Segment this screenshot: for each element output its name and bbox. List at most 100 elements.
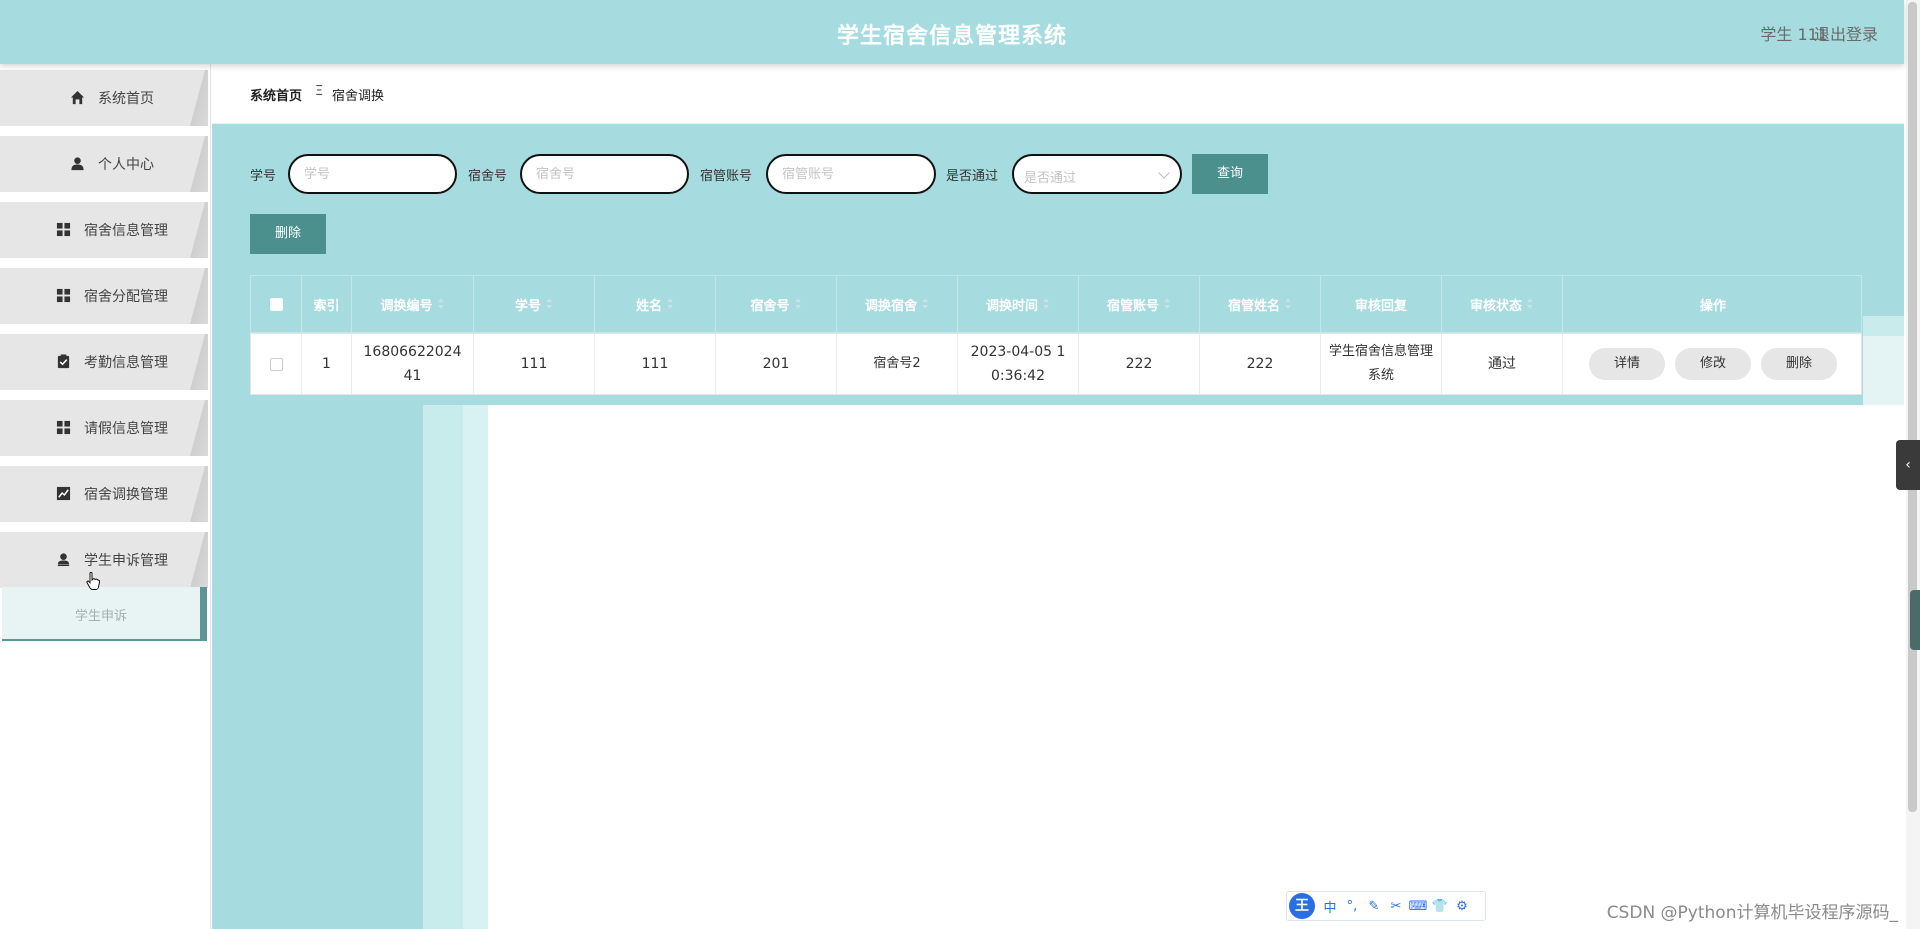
- cell-dorm-no: 201: [716, 334, 837, 394]
- table-header: 索引 调换编号 学号 姓名 宿舍号 调换宿舍 调换时间 宿管账号 宿管姓名 审核…: [250, 275, 1862, 333]
- sidebar-item-label: 宿舍信息管理: [84, 223, 168, 239]
- home-icon: [70, 90, 85, 105]
- user-badge-icon: [57, 553, 70, 567]
- ime-chinese-mode-icon[interactable]: 中: [1319, 897, 1341, 916]
- ime-settings-icon[interactable]: ⚙: [1451, 899, 1473, 914]
- sidebar-item-label: 个人中心: [98, 157, 154, 173]
- sidebar-item-dorm-allocation[interactable]: 宿舍分配管理: [0, 268, 208, 324]
- ime-skin-icon[interactable]: 👕: [1429, 899, 1451, 914]
- table-row: 1 1680662202441 111 111 201 宿舍号2 2023-04…: [250, 333, 1862, 395]
- sort-icon[interactable]: [922, 298, 929, 310]
- detail-button[interactable]: 详情: [1589, 348, 1665, 380]
- row-select-cell: [251, 334, 302, 394]
- trend-chart-icon: [56, 486, 71, 501]
- sort-icon[interactable]: [1527, 298, 1534, 310]
- approved-select-value: 是否通过: [1024, 171, 1077, 186]
- ime-keyboard-icon[interactable]: ⌨: [1407, 899, 1429, 914]
- student-no-input[interactable]: [288, 154, 457, 194]
- sidebar-item-home[interactable]: 系统首页: [0, 70, 208, 126]
- breadcrumb-home[interactable]: 系统首页: [250, 85, 302, 104]
- submenu-item-student-appeal[interactable]: 学生申诉: [2, 587, 207, 641]
- approved-label: 是否通过: [946, 169, 999, 184]
- column-header[interactable]: 姓名: [595, 276, 716, 332]
- grid-icon: [56, 222, 71, 237]
- grid-icon: [56, 288, 71, 303]
- manager-account-label: 宿管账号: [700, 169, 753, 184]
- column-header[interactable]: 审核回复: [1321, 276, 1442, 332]
- cell-actions: 详情 修改 删除: [1563, 334, 1863, 394]
- sidebar-item-leave[interactable]: 请假信息管理: [0, 400, 208, 456]
- sidebar-item-label: 考勤信息管理: [84, 355, 168, 371]
- dorm-no-input[interactable]: [520, 154, 689, 194]
- ime-scissors-icon[interactable]: ✂: [1385, 899, 1407, 914]
- column-header[interactable]: 索引: [302, 276, 352, 332]
- sidebar-item-dorm-swap[interactable]: 宿舍调换管理: [0, 466, 208, 522]
- column-header[interactable]: 调换编号: [352, 276, 474, 332]
- background-stripe: [1863, 336, 1904, 405]
- column-header[interactable]: 宿管账号: [1079, 276, 1200, 332]
- ime-pen-icon[interactable]: ✎: [1363, 899, 1385, 914]
- sort-icon[interactable]: [794, 298, 802, 310]
- scrollbar-thumb[interactable]: [1908, 2, 1917, 812]
- sidebar-item-label: 系统首页: [98, 91, 154, 107]
- hand-cursor-icon: [86, 572, 100, 590]
- cell-index: 1: [302, 334, 352, 394]
- manager-account-input[interactable]: [766, 154, 936, 194]
- column-header[interactable]: 学号: [474, 276, 595, 332]
- logout-link[interactable]: 退出登录: [1814, 21, 1878, 45]
- delete-selected-button[interactable]: 删除: [250, 214, 326, 254]
- sidebar-item-attendance[interactable]: 考勤信息管理: [0, 334, 208, 390]
- sidebar-item-label: 宿舍分配管理: [84, 289, 168, 305]
- sidebar-item-appeal[interactable]: 学生申诉管理: [0, 532, 208, 588]
- sort-icon[interactable]: [1164, 298, 1171, 310]
- person-icon: [71, 157, 84, 171]
- student-no-label: 学号: [250, 169, 277, 184]
- cell-review-status: 通过: [1442, 334, 1563, 394]
- chevron-down-icon: [1158, 167, 1170, 179]
- breadcrumb: 系统首页 Ξ 宿舍调换: [212, 64, 1904, 124]
- sidebar-item-label: 学生申诉管理: [84, 553, 168, 569]
- background-stripe: [1863, 316, 1904, 336]
- cell-manager-name: 222: [1200, 334, 1321, 394]
- delete-button[interactable]: 删除: [1761, 348, 1837, 380]
- breadcrumb-current: 宿舍调换: [332, 89, 385, 104]
- sidebar-item-dorm-info[interactable]: 宿舍信息管理: [0, 202, 208, 258]
- content-panel: [488, 405, 1904, 929]
- sort-icon[interactable]: [1043, 298, 1050, 310]
- watermark: CSDN @Python计算机毕设程序源码_: [1606, 903, 1898, 923]
- column-header[interactable]: 宿管姓名: [1200, 276, 1321, 332]
- ime-toolbar: 王 中 °, ✎ ✂ ⌨ 👕 ⚙: [1286, 891, 1486, 921]
- edit-button[interactable]: 修改: [1675, 348, 1751, 380]
- ime-punctuation-icon[interactable]: °,: [1341, 899, 1363, 914]
- background-stripe: [463, 405, 488, 929]
- side-widget-tab[interactable]: [1910, 590, 1920, 650]
- collapse-panel-tab[interactable]: ‹: [1896, 440, 1920, 490]
- sidebar-item-label: 宿舍调换管理: [84, 487, 168, 503]
- dorm-no-label: 宿舍号: [468, 169, 508, 184]
- column-header[interactable]: 宿舍号: [716, 276, 837, 332]
- sidebar: 系统首页 个人中心 宿舍信息管理 宿舍分配管理 考勤信息管理 请假信息管理 宿舍…: [0, 64, 211, 929]
- cell-swap-no: 1680662202441: [352, 334, 474, 394]
- sidebar-item-label: 请假信息管理: [84, 421, 168, 437]
- breadcrumb-separator: Ξ: [315, 84, 324, 99]
- select-all-cell: [251, 276, 302, 332]
- approved-select[interactable]: 是否通过: [1012, 154, 1182, 194]
- column-header: 操作: [1699, 298, 1726, 314]
- sidebar-item-profile[interactable]: 个人中心: [0, 136, 208, 192]
- column-header[interactable]: 调换时间: [958, 276, 1079, 332]
- sort-icon[interactable]: [546, 298, 553, 310]
- cell-student-no: 111: [474, 334, 595, 394]
- select-all-checkbox[interactable]: [269, 297, 283, 311]
- top-header: 学生宿舍信息管理系统 学生 111 退出登录: [0, 0, 1904, 64]
- cell-target-dorm: 宿舍号2: [837, 334, 958, 394]
- column-header[interactable]: 调换宿舍: [837, 276, 958, 332]
- query-button[interactable]: 查询: [1192, 154, 1268, 194]
- sort-icon[interactable]: [667, 298, 674, 310]
- submenu-item-label: 学生申诉: [74, 609, 127, 624]
- grid-icon: [56, 420, 71, 435]
- column-header[interactable]: 审核状态: [1442, 276, 1563, 332]
- sort-icon[interactable]: [1285, 298, 1292, 310]
- ime-logo-icon[interactable]: 王: [1289, 893, 1315, 919]
- sort-icon[interactable]: [437, 298, 445, 310]
- row-checkbox[interactable]: [269, 357, 283, 371]
